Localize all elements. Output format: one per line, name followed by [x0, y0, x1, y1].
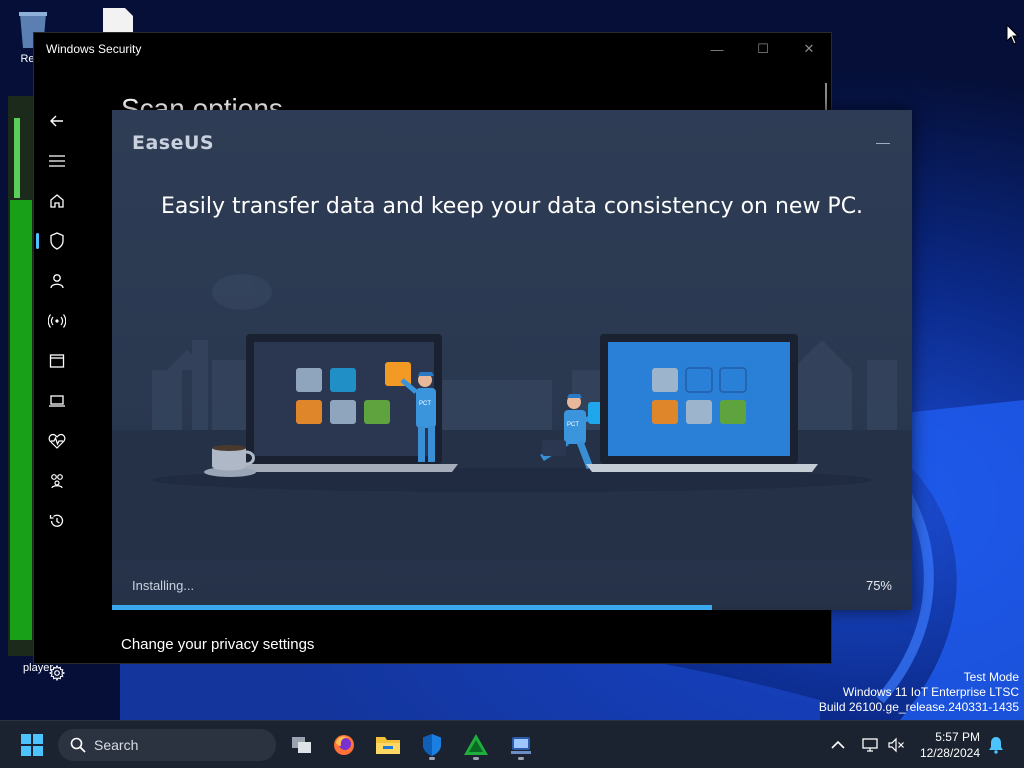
easeus-installer-taskbar-button[interactable]	[505, 729, 537, 761]
nav-settings[interactable]	[38, 657, 76, 689]
settings-gear-icon	[49, 665, 65, 681]
mouse-cursor-icon	[1006, 24, 1020, 45]
easeus-installer-window: EaseUS — Easily transfer data and keep y…	[112, 110, 912, 610]
chevron-up-icon	[831, 740, 845, 749]
family-options-icon	[51, 474, 63, 489]
windows-security-taskbar-button[interactable]	[416, 729, 448, 761]
notification-bell-icon	[989, 737, 1003, 754]
destination-laptop	[586, 334, 818, 472]
minimize-button[interactable]: —	[702, 39, 732, 59]
taskbar-search-box[interactable]: Search	[58, 729, 276, 761]
shield-icon	[50, 232, 64, 250]
running-indicator	[473, 757, 479, 760]
firefox-button[interactable]	[328, 729, 360, 761]
app-browser-control-icon	[49, 354, 65, 368]
nav-app-browser-control[interactable]	[38, 345, 76, 377]
file-explorer-icon	[376, 737, 400, 754]
start-button[interactable]	[16, 729, 48, 761]
back-button[interactable]	[38, 105, 76, 137]
nav-account-protection[interactable]	[38, 265, 76, 297]
install-progress-fill	[112, 605, 712, 610]
green-triangle-app-icon	[464, 734, 488, 755]
running-indicator	[518, 757, 524, 760]
hamburger-menu-icon	[49, 155, 65, 167]
easeus-installer-icon	[511, 737, 531, 754]
volume-button[interactable]	[880, 729, 912, 761]
easeus-logo: EaseUS	[132, 132, 215, 154]
taskbar-clock[interactable]: 5:57 PM 12/28/2024	[920, 729, 980, 761]
privacy-settings-link[interactable]: Change your privacy settings	[121, 636, 314, 653]
account-protection-icon	[50, 274, 64, 289]
install-progress-bar	[112, 605, 912, 610]
firewall-network-icon	[48, 314, 66, 328]
maximize-button[interactable]: ☐	[748, 39, 778, 59]
clock-time: 5:57 PM	[935, 730, 980, 744]
search-icon	[70, 737, 86, 753]
data-transfer-illustration: PCT PCT	[112, 274, 912, 560]
taskbar: Search 5:57 PM 12/28/2024	[0, 720, 1024, 768]
file-icon	[103, 8, 133, 32]
running-indicator	[429, 757, 435, 760]
watermark-line-3: Build 26100.ge_release.240331-1435	[818, 700, 1019, 714]
windows-security-icon	[423, 734, 441, 756]
scrollbar[interactable]	[825, 83, 827, 111]
install-status-text: Installing...	[132, 578, 195, 593]
close-button[interactable]: ✕	[794, 39, 824, 59]
start-windows-icon	[21, 734, 43, 756]
clock-date: 12/28/2024	[919, 746, 980, 760]
nav-firewall-network[interactable]	[38, 305, 76, 337]
show-hidden-icons-button[interactable]	[822, 729, 854, 761]
nav-home[interactable]	[38, 185, 76, 217]
title-bar[interactable]: Windows Security — ☐ ✕	[34, 33, 831, 65]
volume-muted-icon	[888, 737, 904, 753]
network-icon	[862, 738, 878, 752]
task-view-icon	[292, 737, 311, 753]
watermark-line-2: Windows 11 IoT Enterprise LTSC	[842, 685, 1019, 699]
figure-label-left: PCT	[419, 401, 431, 407]
test-mode-watermark: Test Mode Windows 11 IoT Enterprise LTSC…	[819, 670, 1019, 715]
installer-minimize-button[interactable]: —	[876, 134, 892, 150]
device-health-icon	[48, 433, 66, 449]
green-triangle-app-button[interactable]	[460, 729, 492, 761]
device-security-icon	[49, 395, 65, 407]
watermark-line-1: Test Mode	[963, 670, 1019, 684]
protection-history-icon	[49, 514, 64, 527]
notifications-button[interactable]	[980, 729, 1012, 761]
search-placeholder: Search	[94, 737, 139, 753]
nav-family-options[interactable]	[38, 465, 76, 497]
figure-label-right: PCT	[567, 422, 579, 428]
installer-headline: Easily transfer data and keep your data …	[160, 194, 864, 219]
install-percent-text: 75%	[865, 578, 892, 593]
nav-device-security[interactable]	[38, 385, 76, 417]
navigation-rail	[34, 65, 80, 681]
home-icon	[50, 194, 64, 208]
nav-device-health[interactable]	[38, 425, 76, 457]
nav-virus-threat-protection[interactable]	[38, 225, 76, 257]
file-explorer-button[interactable]	[372, 729, 404, 761]
window-title: Windows Security	[46, 42, 142, 56]
menu-button[interactable]	[38, 145, 76, 177]
firefox-icon	[334, 735, 354, 755]
back-arrow-icon	[50, 115, 63, 127]
nav-protection-history[interactable]	[38, 505, 76, 537]
desktop-icon-file[interactable]	[98, 6, 138, 35]
task-view-button[interactable]	[286, 729, 318, 761]
